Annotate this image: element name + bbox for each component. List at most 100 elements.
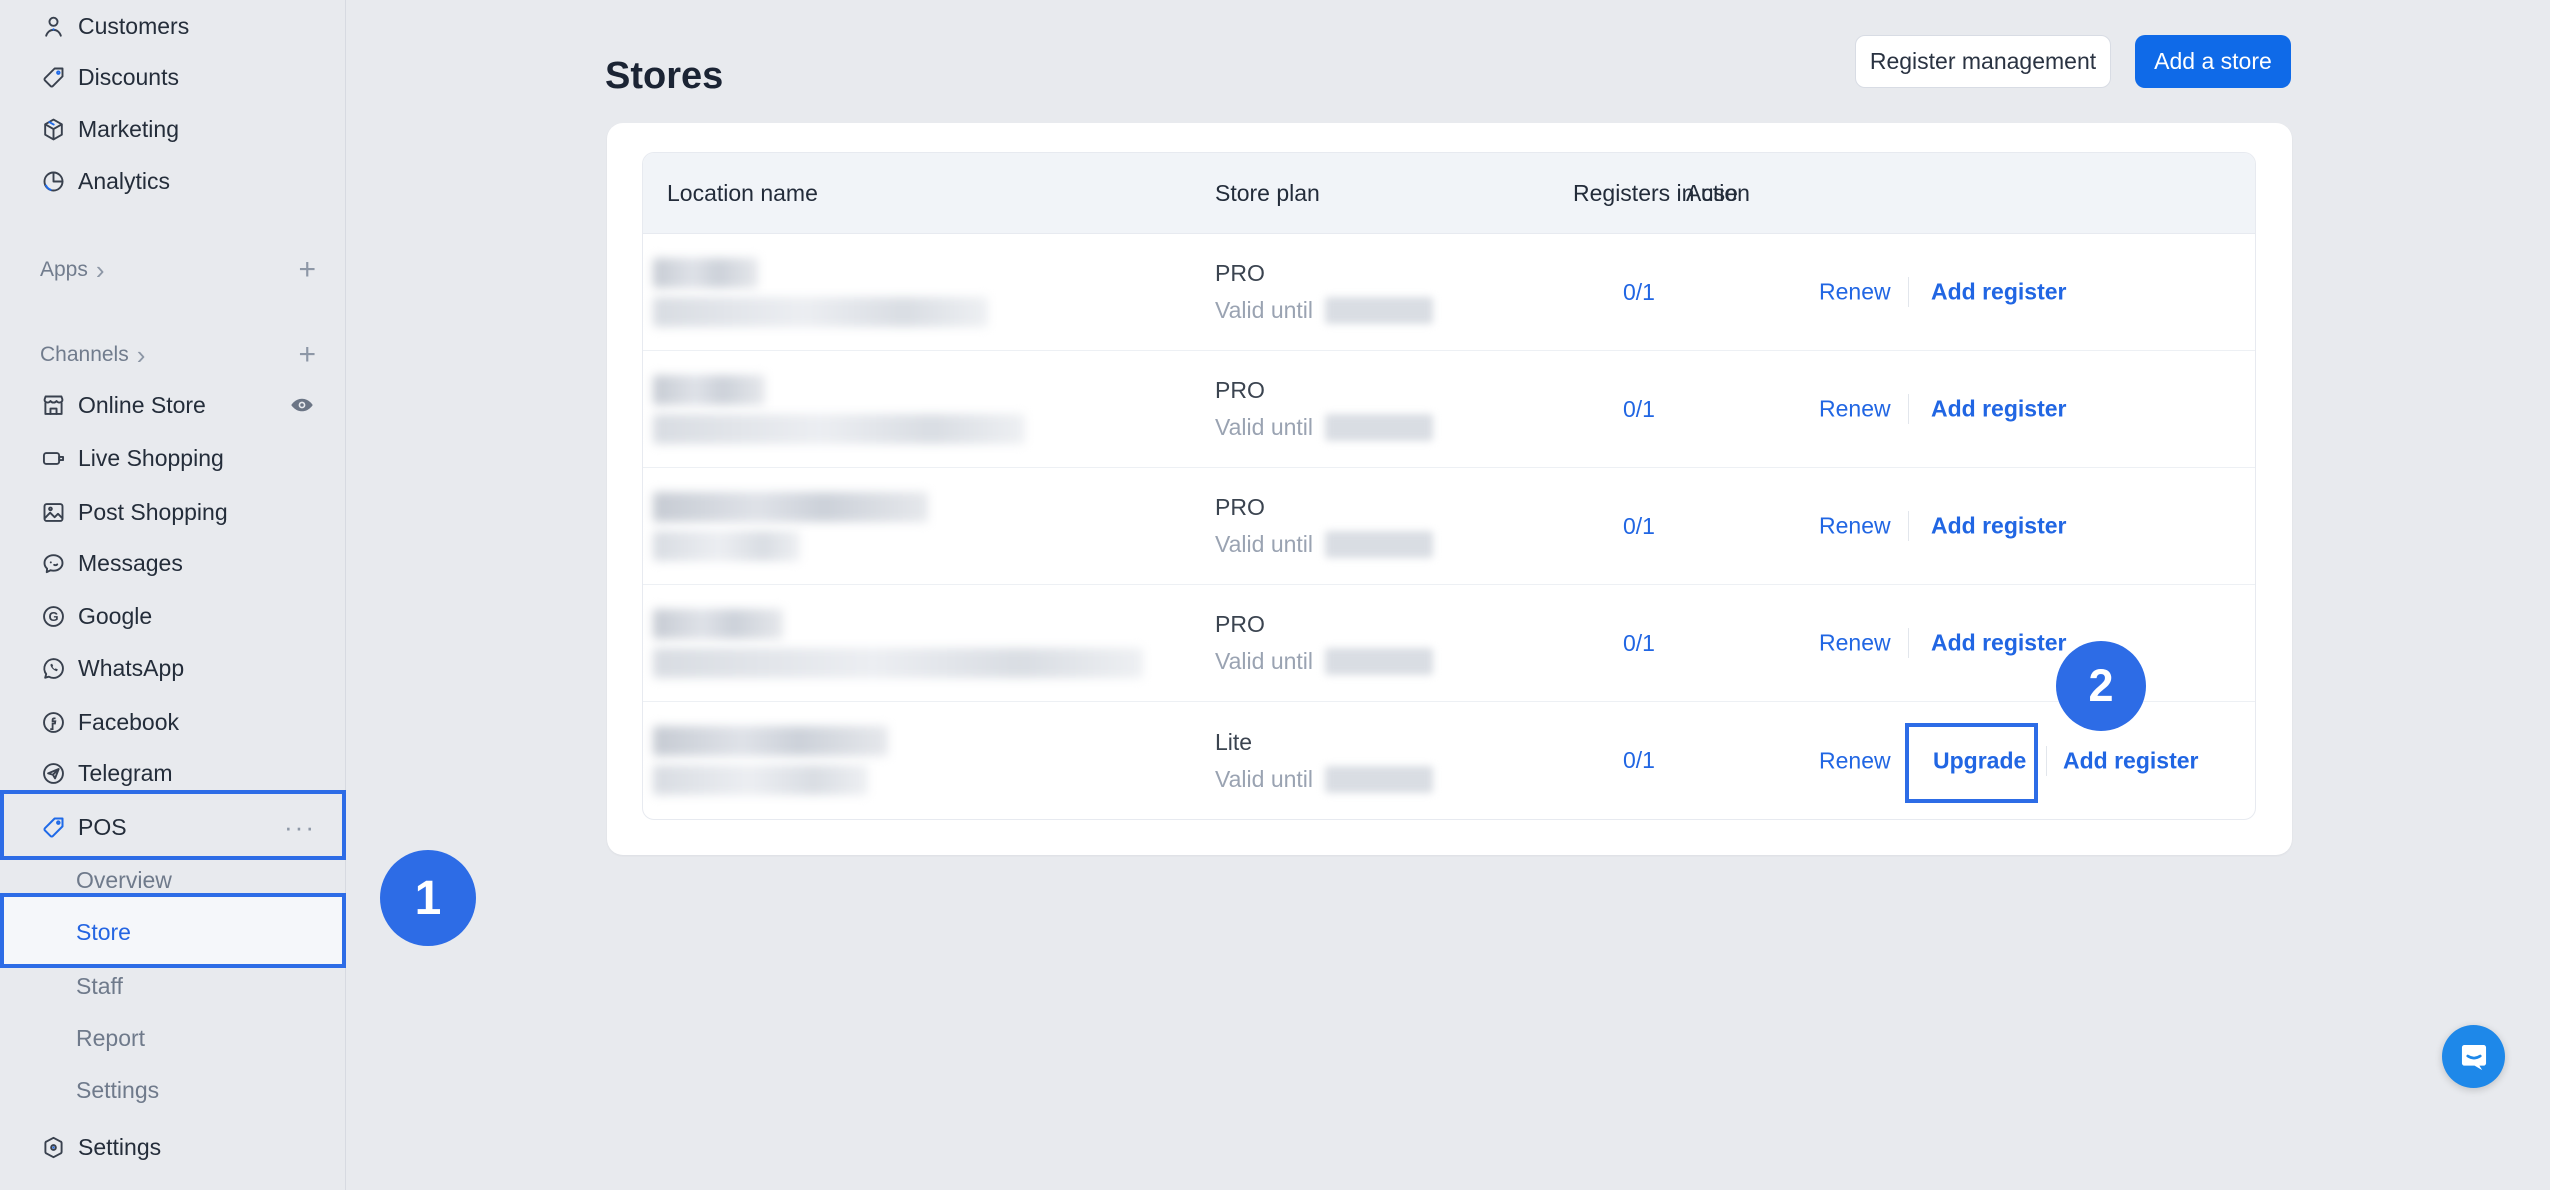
sidebar-item-label: Marketing xyxy=(78,116,179,143)
facebook-icon xyxy=(40,709,67,736)
valid-until-label: Valid until xyxy=(1215,648,1313,675)
sidebar-group-channels[interactable]: Channels › + xyxy=(0,333,346,377)
sidebar-item-label: Telegram xyxy=(78,760,173,787)
sidebar-item-label: POS xyxy=(78,814,127,841)
redacted-date xyxy=(1325,297,1433,324)
add-register-link[interactable]: Add register xyxy=(1931,630,2066,657)
redacted-date xyxy=(1325,531,1433,558)
store-plan-cell: PRO Valid until xyxy=(1215,468,1433,584)
add-register-link[interactable]: Add register xyxy=(2063,747,2198,774)
registers-in-use-value[interactable]: 0/1 xyxy=(1573,468,1705,584)
redacted-text xyxy=(653,414,1025,444)
upgrade-link[interactable]: Upgrade xyxy=(1933,747,2026,774)
pos-admin-page: Customers Discounts Marketing Analytics … xyxy=(0,0,2550,1190)
sidebar-item-settings[interactable]: Settings xyxy=(0,1121,346,1173)
sidebar-subitem-report[interactable]: Report xyxy=(0,1012,346,1064)
sidebar-item-post-shopping[interactable]: Post Shopping xyxy=(0,486,346,538)
add-channel-button[interactable]: + xyxy=(298,338,316,372)
sidebar-item-label: Post Shopping xyxy=(78,499,228,526)
sidebar-item-label: Discounts xyxy=(78,64,179,91)
sidebar-item-customers[interactable]: Customers xyxy=(0,0,346,52)
sidebar-item-marketing[interactable]: Marketing xyxy=(0,103,346,155)
store-plan-cell: Lite Valid until xyxy=(1215,702,1433,819)
sidebar-item-live-shopping[interactable]: Live Shopping xyxy=(0,432,346,484)
redacted-text xyxy=(653,531,800,561)
sidebar-item-discounts[interactable]: Discounts xyxy=(0,51,346,103)
plan-name: Lite xyxy=(1215,729,1433,756)
location-name-redacted xyxy=(653,702,888,819)
column-header-action: Action xyxy=(1686,153,1750,234)
chat-bubble-icon xyxy=(40,550,67,577)
location-name-redacted xyxy=(653,351,1025,467)
chat-launcher-button[interactable] xyxy=(2442,1025,2505,1088)
renew-link[interactable]: Renew xyxy=(1819,279,1891,306)
sidebar-item-pos[interactable]: POS ··· xyxy=(0,801,346,853)
sidebar-item-facebook[interactable]: Facebook xyxy=(0,696,346,748)
location-name-redacted xyxy=(653,468,928,584)
redacted-text xyxy=(653,492,928,522)
chevron-right-icon: › xyxy=(96,260,105,280)
google-icon: G xyxy=(40,603,67,630)
column-header-store-plan: Store plan xyxy=(1215,153,1320,234)
sidebar-item-messages[interactable]: Messages xyxy=(0,537,346,589)
sidebar-item-google[interactable]: G Google xyxy=(0,590,346,642)
sidebar-subitem-settings[interactable]: Settings xyxy=(0,1064,346,1116)
registers-in-use-value[interactable]: 0/1 xyxy=(1573,234,1705,350)
valid-until-label: Valid until xyxy=(1215,766,1313,793)
redacted-date xyxy=(1325,414,1433,441)
redacted-text xyxy=(653,648,1143,678)
registers-in-use-value[interactable]: 0/1 xyxy=(1573,585,1705,701)
sidebar-item-label: Facebook xyxy=(78,709,179,736)
sidebar-item-telegram[interactable]: Telegram xyxy=(0,747,346,799)
add-register-link[interactable]: Add register xyxy=(1931,396,2066,423)
storefront-icon xyxy=(40,392,67,419)
registers-in-use-value[interactable]: 0/1 xyxy=(1573,702,1705,819)
whatsapp-icon xyxy=(40,655,67,682)
renew-link[interactable]: Renew xyxy=(1819,630,1891,657)
action-separator xyxy=(1908,394,1909,424)
sidebar-subitem-staff[interactable]: Staff xyxy=(0,960,346,1012)
registers-in-use-value[interactable]: 0/1 xyxy=(1573,351,1705,467)
action-separator xyxy=(2046,746,2047,776)
sidebar-item-whatsapp[interactable]: WhatsApp xyxy=(0,642,346,694)
add-app-button[interactable]: + xyxy=(298,253,316,287)
renew-link[interactable]: Renew xyxy=(1819,513,1891,540)
add-register-link[interactable]: Add register xyxy=(1931,513,2066,540)
plan-name: PRO xyxy=(1215,260,1433,287)
redacted-text xyxy=(653,375,765,405)
add-register-link[interactable]: Add register xyxy=(1931,279,2066,306)
store-plan-cell: PRO Valid until xyxy=(1215,351,1433,467)
sidebar-subitem-label: Overview xyxy=(76,867,172,894)
location-name-redacted xyxy=(653,234,988,350)
page-title: Stores xyxy=(605,55,723,98)
sidebar: Customers Discounts Marketing Analytics … xyxy=(0,0,346,1190)
redacted-text xyxy=(653,297,988,327)
sidebar-group-apps[interactable]: Apps › + xyxy=(0,248,346,292)
sidebar-item-analytics[interactable]: Analytics xyxy=(0,155,346,207)
add-a-store-button[interactable]: Add a store xyxy=(2135,35,2291,88)
preview-eye-icon[interactable] xyxy=(288,391,316,419)
more-ellipsis[interactable]: ··· xyxy=(284,812,316,843)
sidebar-item-label: Analytics xyxy=(78,168,170,195)
plan-name: PRO xyxy=(1215,377,1433,404)
image-icon xyxy=(40,499,67,526)
person-icon xyxy=(40,13,67,40)
renew-link[interactable]: Renew xyxy=(1819,747,1891,774)
register-management-button[interactable]: Register management xyxy=(1855,35,2111,88)
sidebar-subitem-label: Store xyxy=(76,919,131,946)
sidebar-item-label: Online Store xyxy=(78,392,206,419)
sidebar-subitem-label: Report xyxy=(76,1025,145,1052)
sidebar-subitem-store[interactable]: Store xyxy=(0,897,346,967)
svg-text:G: G xyxy=(48,609,58,624)
renew-link[interactable]: Renew xyxy=(1819,396,1891,423)
redacted-text xyxy=(653,609,783,639)
gear-icon xyxy=(40,1134,67,1161)
group-label: Channels xyxy=(40,343,129,367)
action-separator xyxy=(1908,511,1909,541)
sidebar-item-online-store[interactable]: Online Store xyxy=(0,379,346,431)
annotation-step-badge-1: 1 xyxy=(380,850,476,946)
redacted-text xyxy=(653,258,758,288)
pie-chart-icon xyxy=(40,168,67,195)
sidebar-item-label: Live Shopping xyxy=(78,445,224,472)
sidebar-subitem-label: Staff xyxy=(76,973,123,1000)
